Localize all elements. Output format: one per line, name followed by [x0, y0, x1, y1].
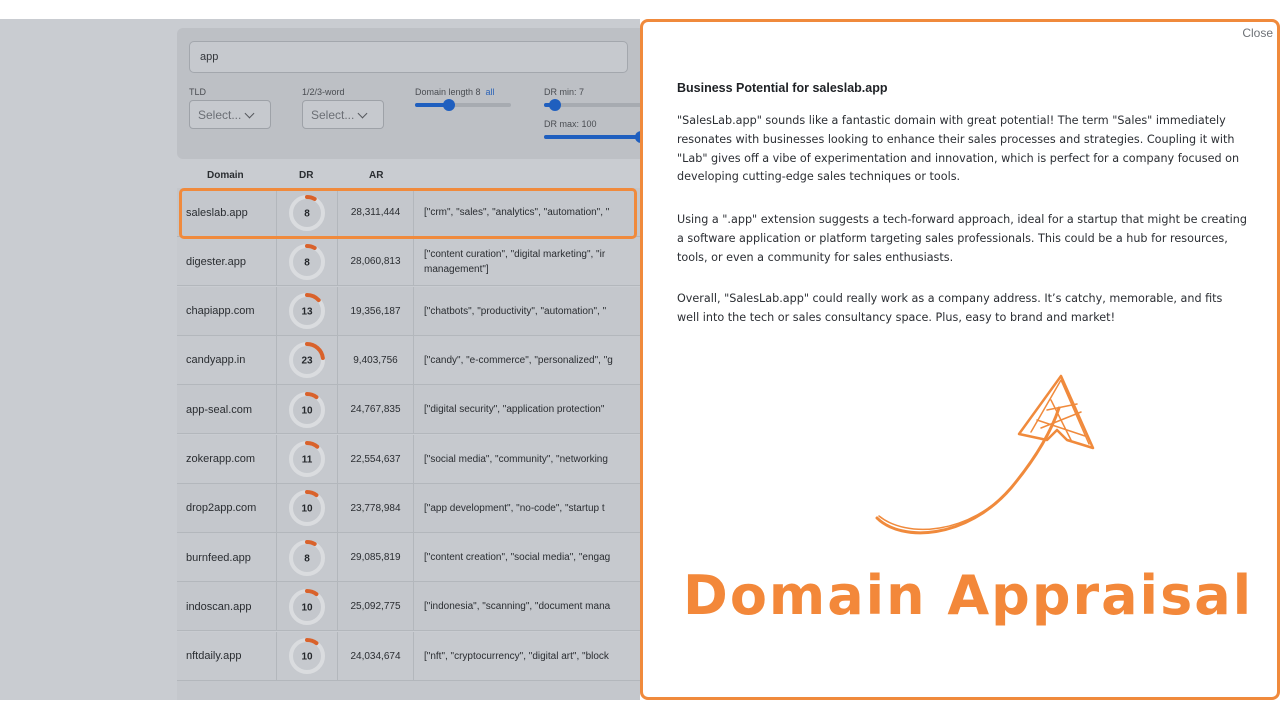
row-ar: 28,060,813	[338, 237, 414, 287]
appraisal-paragraph-3: Overall, "SalesLab.app" could really wor…	[677, 292, 1223, 324]
row-dr-value: 10	[301, 652, 313, 663]
domain-length-all-link[interactable]: all	[486, 87, 495, 97]
table-row[interactable]	[177, 681, 640, 700]
chevron-down-icon	[357, 108, 368, 119]
row-dr-value: 10	[301, 602, 313, 613]
table-row[interactable]: drop2app.com 10 23,778,984 ["app developmen…	[177, 483, 640, 533]
row-dr-gauge: 10	[276, 385, 338, 435]
row-tags: ["nft", "cryptocurrency", "digital art",…	[424, 650, 609, 662]
dr-min-slider[interactable]	[544, 99, 640, 111]
row-dr-gauge: 8	[276, 533, 338, 583]
domain-length-text: Domain length 8	[415, 87, 481, 97]
row-tags: ["content curation", "digital marketing"…	[424, 248, 606, 275]
row-tags: ["social media", "community", "networkin…	[424, 453, 608, 465]
hand-drawn-arrow-icon	[875, 374, 1095, 535]
table-row[interactable]: chapiapp.com 13 19,356,187 ["chatbots", "pr…	[177, 286, 640, 336]
row-domain[interactable]: candyapp.in	[186, 336, 276, 385]
row-dr-gauge: 8	[276, 237, 338, 287]
row-domain[interactable]: digester.app	[186, 237, 276, 286]
table-row[interactable]: burnfeed.app 8 29,085,819 ["content creatio…	[177, 533, 640, 583]
row-dr-value: 10	[301, 405, 313, 416]
row-dr-gauge: 10	[276, 483, 338, 533]
modal-title: Business Potential for saleslab.app	[677, 81, 888, 95]
table-row[interactable]: nftdaily.app 10 24,034,674 ["nft", "cryptoc…	[177, 631, 640, 681]
promo-heading: Domain Appraisal	[683, 564, 1254, 627]
dimmed-backdrop[interactable]: app TLD Select... 1/2/3-word Select... D…	[0, 19, 640, 700]
row-dr-value: 8	[304, 257, 310, 268]
header-ar[interactable]: AR	[369, 170, 383, 181]
tld-select-value: Select...	[198, 108, 242, 122]
domain-length-label: Domain length 8 all	[415, 87, 495, 97]
appraisal-paragraph-1: "SalesLab.app" sounds like a fantastic d…	[677, 114, 1240, 184]
row-tags: ["app development", "no-code", "startup …	[424, 502, 605, 514]
domain-search-app: app TLD Select... 1/2/3-word Select... D…	[177, 19, 640, 700]
top-strip	[0, 0, 1280, 19]
search-input[interactable]: app	[189, 41, 628, 73]
table-row[interactable]: indoscan.app 10 25,092,775 ["indonesia", "s…	[177, 582, 640, 632]
dr-max-slider[interactable]	[544, 131, 640, 143]
filter-panel: app TLD Select... 1/2/3-word Select... D…	[177, 28, 640, 159]
row-tags: ["digital security", "application protec…	[424, 404, 605, 416]
row-tags: ["indonesia", "scanning", "document mana	[424, 601, 611, 613]
dr-max-slider-fill	[544, 135, 640, 139]
row-domain[interactable]: nftdaily.app	[186, 632, 276, 681]
row-dr-gauge: 13	[276, 286, 338, 336]
highlighted-row-outline	[179, 188, 637, 239]
row-dr-value: 23	[301, 356, 313, 367]
row-ar: 29,085,819	[338, 533, 414, 583]
appraisal-paragraph-2: Using a ".app" extension suggests a tech…	[677, 213, 1247, 264]
row-ar: 22,554,637	[338, 434, 414, 484]
dr-max-label: DR max: 100	[544, 119, 597, 129]
header-domain[interactable]: Domain	[207, 170, 244, 181]
dr-min-slider-knob[interactable]	[549, 99, 561, 111]
row-dr-value: 8	[304, 553, 310, 564]
row-dr-gauge: 10	[276, 631, 338, 681]
screen: app TLD Select... 1/2/3-word Select... D…	[0, 0, 1280, 720]
header-dr[interactable]: DR	[299, 170, 313, 181]
row-domain[interactable]: drop2app.com	[186, 484, 276, 533]
row-domain[interactable]: chapiapp.com	[186, 287, 276, 336]
row-dr-gauge: 23	[276, 335, 338, 385]
row-ar: 19,356,187	[338, 286, 414, 336]
row-dr-gauge: 11	[276, 434, 338, 484]
close-button[interactable]: Close	[1242, 26, 1273, 40]
word-count-label: 1/2/3-word	[302, 87, 345, 97]
tld-select[interactable]: Select...	[189, 100, 271, 129]
row-tags: ["content creation", "social media", "en…	[424, 552, 611, 564]
word-count-select[interactable]: Select...	[302, 100, 384, 129]
table-row[interactable]: digester.app 8 28,060,813 ["content curatio…	[177, 237, 640, 287]
row-domain[interactable]: indoscan.app	[186, 582, 276, 631]
word-count-select-value: Select...	[311, 108, 355, 122]
tld-label: TLD	[189, 87, 207, 97]
row-tags: ["chatbots", "productivity", "automation…	[424, 305, 607, 317]
domain-length-slider[interactable]	[415, 99, 511, 111]
appraisal-modal: Close Business Potential for saleslab.ap…	[640, 19, 1280, 700]
table-row[interactable]: zokerapp.com 11 22,554,637 ["social media",…	[177, 434, 640, 484]
row-ar: 25,092,775	[338, 582, 414, 632]
dr-min-label: DR min: 7	[544, 87, 585, 97]
domain-length-slider-knob[interactable]	[443, 99, 455, 111]
row-ar: 9,403,756	[338, 335, 414, 385]
row-dr-value: 11	[302, 455, 313, 466]
row-dr-value: 10	[301, 504, 313, 515]
chevron-down-icon	[244, 108, 255, 119]
table-row[interactable]: candyapp.in 23 9,403,756 ["candy", "e-comme…	[177, 335, 640, 385]
row-ar: 24,034,674	[338, 631, 414, 681]
row-domain[interactable]: app-seal.com	[186, 385, 276, 434]
row-tags: ["candy", "e-commerce", "personalized", …	[424, 354, 613, 366]
row-domain[interactable]: zokerapp.com	[186, 435, 276, 484]
row-ar: 23,778,984	[338, 483, 414, 533]
row-domain[interactable]: burnfeed.app	[186, 533, 276, 582]
row-dr-value: 13	[301, 307, 313, 318]
row-ar: 24,767,835	[338, 385, 414, 435]
table-row[interactable]: app-seal.com 10 24,767,835 ["digital securi…	[177, 385, 640, 435]
table-header: Domain DR AR	[177, 166, 640, 188]
bottom-strip	[0, 700, 1280, 720]
row-dr-gauge: 10	[276, 582, 338, 632]
